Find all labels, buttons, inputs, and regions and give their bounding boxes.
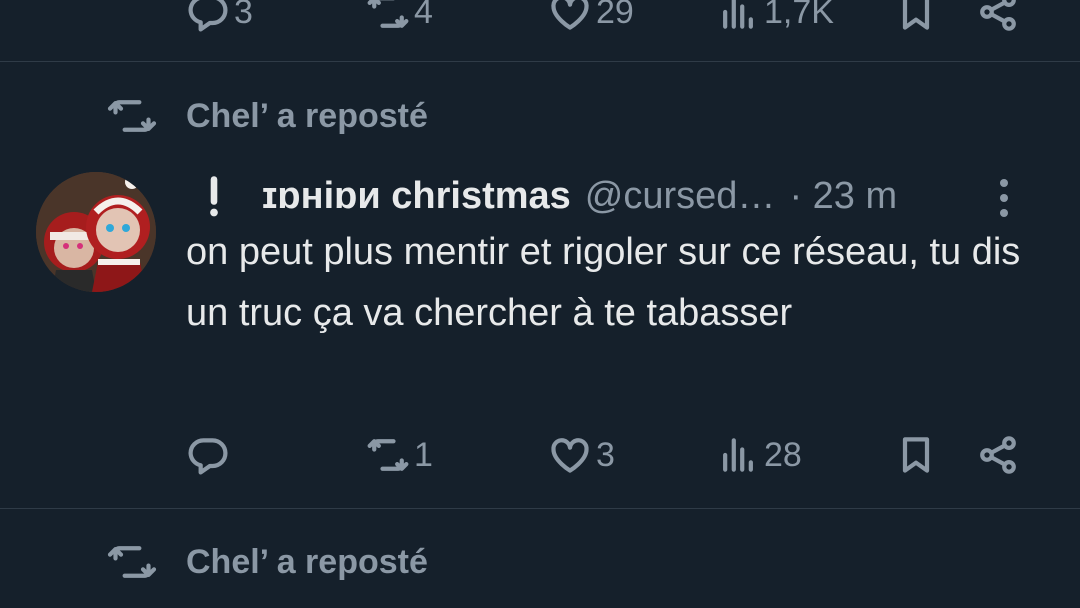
tweet-text: on peut plus mentir et rigoler sur ce ré… xyxy=(186,231,1021,334)
retweet-icon xyxy=(366,0,410,34)
reply-icon xyxy=(186,0,230,34)
divider xyxy=(0,508,1080,509)
tweet-actions: 1 3 28 xyxy=(186,433,1024,477)
bookmark-icon xyxy=(894,433,938,477)
view-count: 1,7K xyxy=(764,0,834,31)
prev-tweet-actions: 3 4 29 1,7K xyxy=(186,0,1024,34)
display-name[interactable]: ɪɒʜiɒᴎ christmas xyxy=(262,175,571,218)
bookmark-icon xyxy=(894,0,938,34)
views-icon xyxy=(716,433,760,477)
tweet-header: ɪɒʜiɒᴎ christmas @cursed… · 23 m xyxy=(186,170,1024,222)
retweet-button[interactable]: 1 xyxy=(366,433,433,477)
retweet-icon xyxy=(366,433,410,477)
heart-icon xyxy=(548,433,592,477)
avatar[interactable] xyxy=(36,172,156,292)
reply-count: 3 xyxy=(234,0,253,31)
repost-label: Chel’ a reposté xyxy=(186,96,428,135)
reply-icon xyxy=(186,433,230,477)
view-count: 28 xyxy=(764,435,802,474)
exclamation-icon xyxy=(200,174,228,218)
divider xyxy=(0,61,1080,62)
like-button[interactable]: 3 xyxy=(548,433,615,477)
like-button[interactable]: 29 xyxy=(548,0,634,34)
repost-label: Chel’ a reposté xyxy=(186,542,428,581)
repost-indicator[interactable]: Chel’ a reposté xyxy=(106,540,428,584)
views-button[interactable]: 1,7K xyxy=(716,0,834,34)
share-button[interactable] xyxy=(976,433,1020,477)
bookmark-button[interactable] xyxy=(894,433,938,477)
bookmark-button[interactable] xyxy=(894,0,938,34)
retweet-icon xyxy=(106,94,158,138)
retweet-count: 1 xyxy=(414,435,433,474)
heart-icon xyxy=(548,0,592,34)
like-count: 3 xyxy=(596,435,615,474)
retweet-button[interactable]: 4 xyxy=(366,0,433,34)
reply-button[interactable] xyxy=(186,433,234,477)
share-icon xyxy=(976,0,1020,34)
like-count: 29 xyxy=(596,0,634,31)
share-icon xyxy=(976,433,1020,477)
reply-button[interactable]: 3 xyxy=(186,0,253,34)
views-button[interactable]: 28 xyxy=(716,433,802,477)
views-icon xyxy=(716,0,760,34)
user-handle[interactable]: @cursed… xyxy=(585,175,776,218)
retweet-count: 4 xyxy=(414,0,433,31)
more-vertical-icon xyxy=(1000,179,1008,217)
timestamp[interactable]: · 23 m xyxy=(789,175,897,218)
retweet-icon xyxy=(106,540,158,584)
more-button[interactable] xyxy=(984,174,1024,218)
repost-indicator[interactable]: Chel’ a reposté xyxy=(106,94,428,138)
share-button[interactable] xyxy=(976,0,1020,34)
